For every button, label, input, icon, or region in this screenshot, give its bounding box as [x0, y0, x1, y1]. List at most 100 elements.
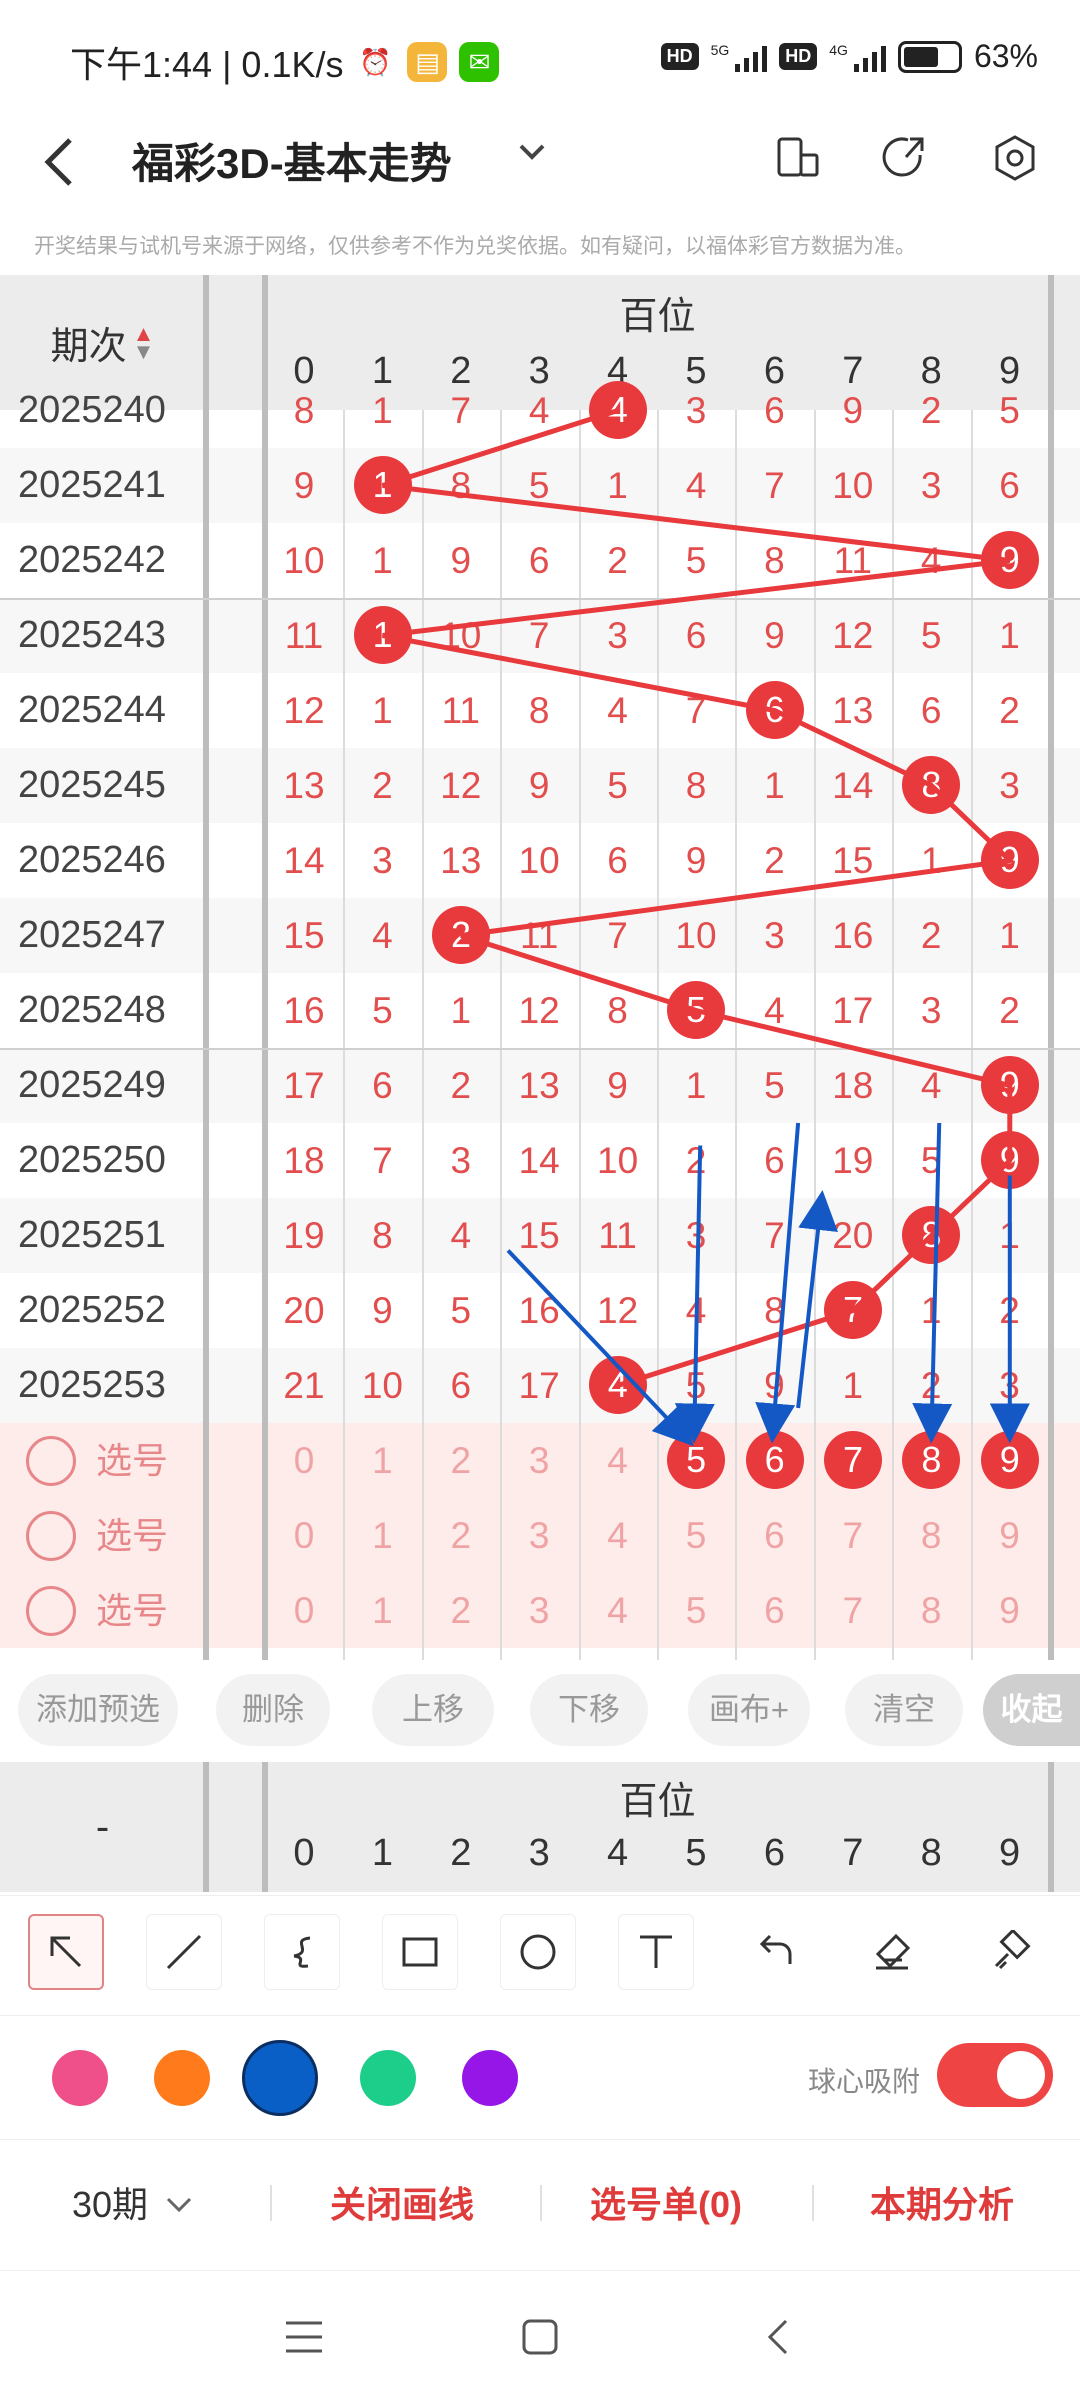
draw-result-ball: 9 [980, 531, 1039, 589]
pick-number[interactable]: 6 [735, 1498, 813, 1573]
collapse-button[interactable]: 收起 [983, 1674, 1080, 1746]
color-swatch[interactable] [52, 2050, 108, 2106]
omission-cell: 4 [450, 1215, 472, 1256]
delete-button[interactable]: 删除 [216, 1674, 330, 1746]
period-analysis-button[interactable]: 本期分析 [870, 2176, 1014, 2228]
pick-number[interactable]: 6 [735, 1573, 813, 1648]
undo-icon[interactable] [736, 1914, 812, 1990]
picked-number-ball[interactable]: 8 [902, 1431, 961, 1489]
pick-number[interactable]: 1 [343, 1498, 421, 1573]
pick-number[interactable]: 4 [579, 1423, 657, 1498]
pick-number[interactable]: 2 [422, 1423, 500, 1498]
pick-row-select-circle[interactable] [26, 1436, 76, 1486]
circle-icon[interactable] [500, 1914, 576, 1990]
pick-number[interactable]: 3 [500, 1423, 578, 1498]
color-swatch[interactable] [462, 2050, 518, 2106]
table-row: 2025243 11 1 10 7 3 6 9 12 5 1 [0, 598, 1080, 673]
pick-number[interactable]: 3 [500, 1573, 578, 1648]
period-count-dropdown[interactable]: 30期 [72, 2176, 194, 2228]
pick-row-select-circle[interactable] [26, 1511, 76, 1561]
pick-number[interactable]: 2 [422, 1498, 500, 1573]
pick-number[interactable]: 9 [971, 1573, 1049, 1648]
pick-number[interactable]: 4 [579, 1498, 657, 1573]
column-divider [262, 275, 268, 1660]
omission-cell: 3 [372, 840, 393, 881]
picked-number-ball[interactable]: 6 [745, 1431, 804, 1489]
chevron-down-icon[interactable] [515, 134, 549, 178]
pick-number[interactable]: 1 [343, 1573, 421, 1648]
omission-cell: 14 [518, 1140, 560, 1181]
omission-cell: 9 [764, 615, 785, 656]
omission-cell: 5 [372, 990, 393, 1031]
pick-number[interactable]: 7 [814, 1573, 892, 1648]
color-swatch[interactable] [242, 2040, 318, 2116]
back-icon[interactable] [40, 132, 80, 206]
pick-number[interactable]: 5 [657, 1573, 735, 1648]
pick-row-select-circle[interactable] [26, 1586, 76, 1636]
pick-number[interactable]: 0 [265, 1423, 343, 1498]
close-lines-button[interactable]: 关闭画线 [330, 2176, 474, 2228]
period-count-label: 30期 [72, 2184, 149, 2225]
pick-row[interactable]: 选号 0 1 2 3 4 5 6 7 8 9 [0, 1498, 1080, 1573]
omission-cell: 8 [372, 1215, 393, 1256]
pick-number[interactable]: 1 [343, 1423, 421, 1498]
omission-cell: 15 [832, 840, 874, 881]
omission-cell: 8 [607, 990, 628, 1031]
menu-icon[interactable] [276, 2309, 332, 2365]
pick-number[interactable]: 8 [892, 1498, 970, 1573]
table-row: 2025244 12 1 11 8 4 7 6 13 6 2 [0, 673, 1080, 748]
pick-number[interactable]: 9 [971, 1498, 1049, 1573]
pointer-icon[interactable] [28, 1914, 104, 1990]
color-swatch[interactable] [154, 2050, 210, 2106]
sort-icon[interactable]: ▲ ▼ [133, 322, 155, 362]
eraser-icon[interactable] [854, 1914, 930, 1990]
page-title[interactable]: 福彩3D-基本走势 [132, 130, 452, 191]
pick-number[interactable]: 3 [500, 1498, 578, 1573]
picked-number-ball[interactable]: 5 [667, 1431, 726, 1489]
omission-cell: 2 [607, 540, 628, 581]
pick-list-button[interactable]: 选号单(0) [590, 2176, 742, 2228]
group-label-hundreds: 百位 [619, 296, 696, 338]
omission-cell: 7 [685, 690, 707, 731]
clear-canvas-icon[interactable] [972, 1914, 1048, 1990]
pick-number[interactable]: 8 [892, 1573, 970, 1648]
pick-number[interactable]: 7 [814, 1498, 892, 1573]
omission-cell: 4 [528, 390, 550, 431]
omission-cell: 1 [372, 540, 393, 581]
home-icon[interactable] [512, 2309, 568, 2365]
pick-number[interactable]: 2 [422, 1573, 500, 1648]
move-up-button[interactable]: 上移 [372, 1674, 494, 1746]
clear-button[interactable]: 清空 [845, 1674, 963, 1746]
line-icon[interactable] [146, 1914, 222, 1990]
trend-table: 期次 ▲ ▼ 百位 0123456789 2025240 8 1 7 4 4 3 6 9 2 5 202… [0, 275, 1080, 1660]
add-preselect-button[interactable]: 添加预选 [18, 1674, 178, 1746]
pick-number[interactable]: 0 [265, 1498, 343, 1573]
omission-cell: 3 [920, 465, 942, 506]
settings-icon[interactable] [983, 126, 1047, 190]
pick-number[interactable]: 5 [657, 1498, 735, 1573]
omission-cell: 2 [450, 1065, 472, 1106]
pick-number[interactable]: 4 [579, 1573, 657, 1648]
table-row: 2025240 8 1 7 4 4 3 6 9 2 5 [0, 373, 1080, 448]
move-down-button[interactable]: 下移 [530, 1674, 648, 1746]
snap-to-center-toggle[interactable] [937, 2043, 1053, 2107]
freehand-icon[interactable] [264, 1914, 340, 1990]
pick-number[interactable]: 0 [265, 1573, 343, 1648]
table-row: 2025251 19 8 4 15 11 3 7 20 8 1 [0, 1198, 1080, 1273]
picked-number-ball[interactable]: 9 [980, 1431, 1039, 1489]
pick-label: 选号 [96, 1515, 169, 1556]
back-nav-icon[interactable] [750, 2309, 806, 2365]
share-icon[interactable] [873, 126, 937, 190]
pick-row[interactable]: 选号 0 1 2 3 4 5 6 7 8 9 [0, 1573, 1080, 1648]
text-icon[interactable] [618, 1914, 694, 1990]
screen-orientation-icon[interactable] [766, 126, 830, 190]
omission-cell: 1 [999, 915, 1020, 956]
omission-cell: 20 [283, 1290, 325, 1331]
color-swatch[interactable] [360, 2050, 416, 2106]
omission-cell: 6 [764, 1140, 785, 1181]
group-divider [0, 598, 1080, 600]
pick-row[interactable]: 选号 0 1 2 3 4 5 6 7 8 9 [0, 1423, 1080, 1498]
canvas-plus-button[interactable]: 画布+ [688, 1674, 810, 1746]
picked-number-ball[interactable]: 7 [824, 1431, 882, 1489]
rectangle-icon[interactable] [382, 1914, 458, 1990]
